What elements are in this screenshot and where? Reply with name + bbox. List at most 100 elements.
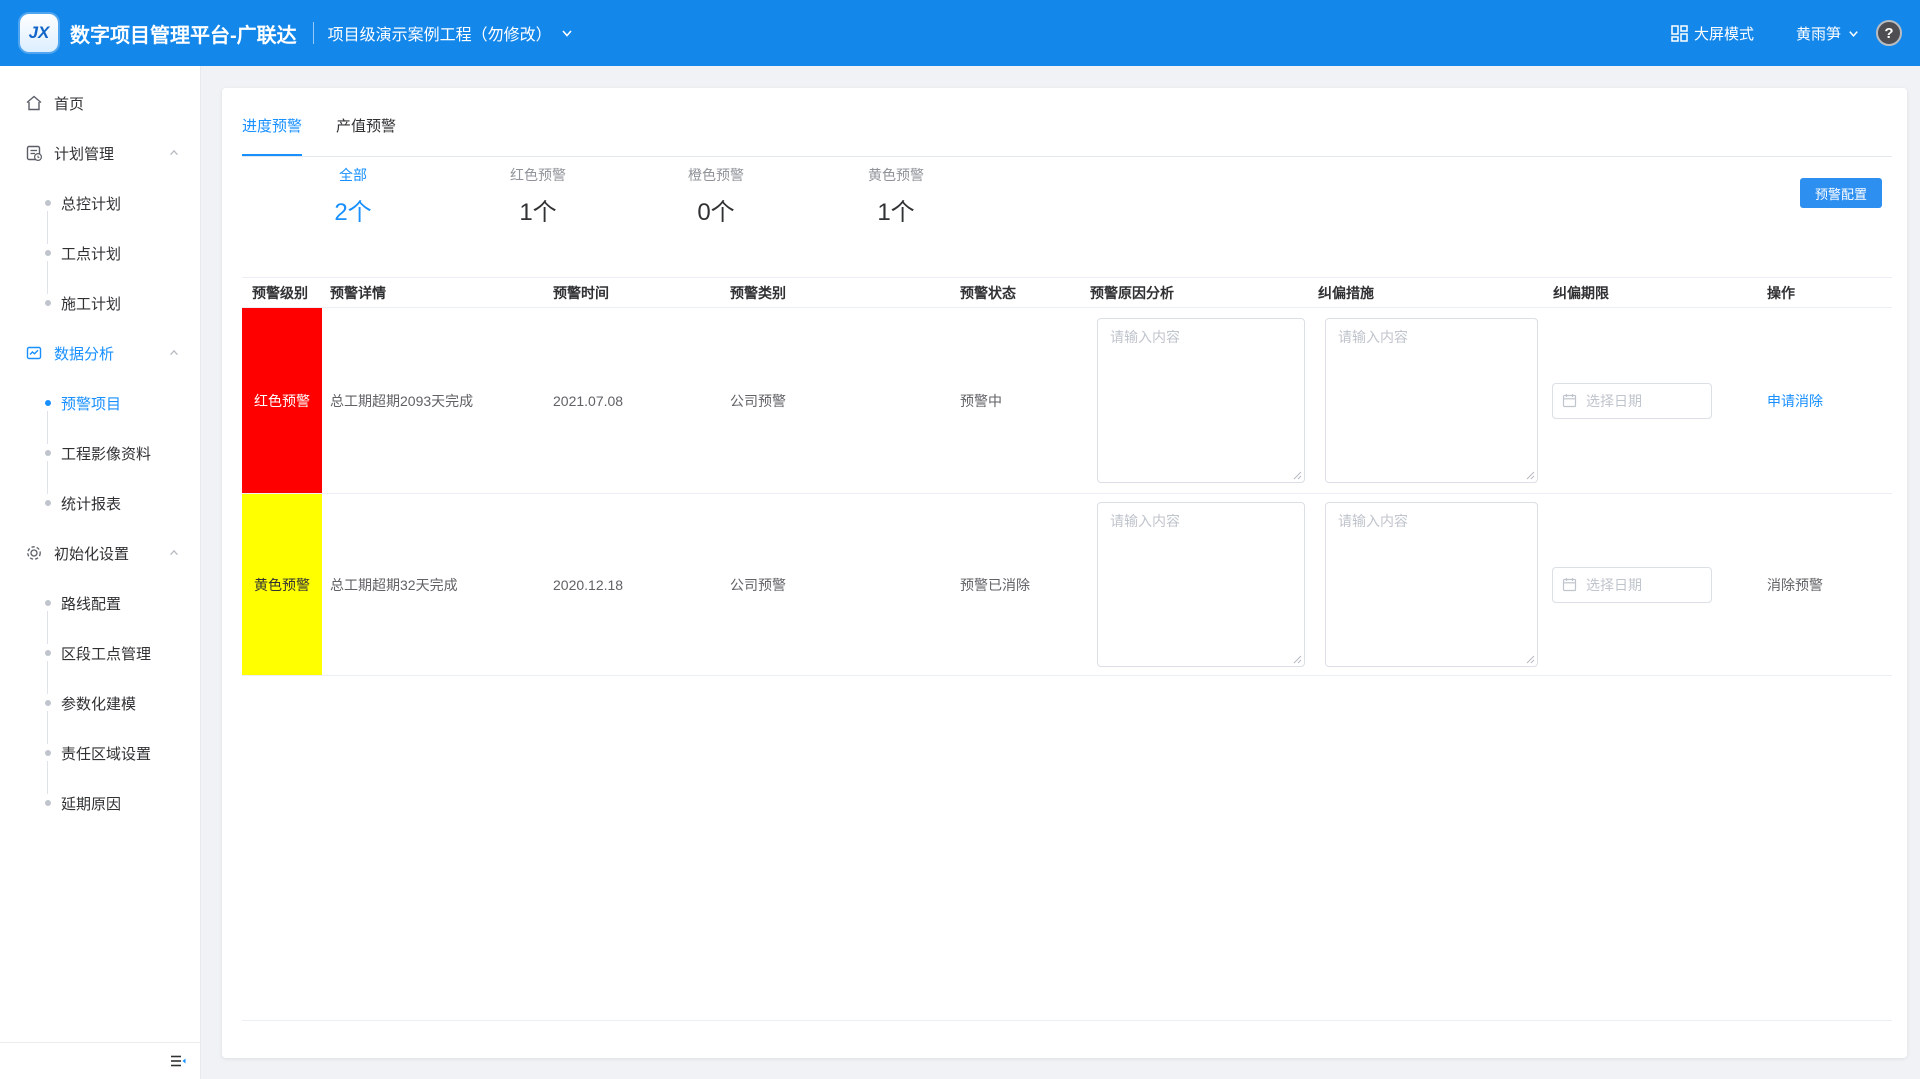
corrective-measure-cell: [1310, 308, 1545, 493]
correction-deadline-cell: [1545, 494, 1745, 675]
corrective-measure-textarea[interactable]: [1325, 502, 1538, 667]
sidebar-collapse-icon[interactable]: [170, 1054, 186, 1068]
bullet-icon: [45, 500, 51, 506]
sidebar-item-label: 区段工点管理: [61, 643, 151, 664]
gear-icon: [25, 544, 43, 562]
deadline-date-input[interactable]: [1552, 567, 1712, 603]
stat-red-warning[interactable]: 红色预警 1个: [478, 165, 598, 227]
chevron-down-icon: [1847, 27, 1860, 40]
column-header: 预警详情: [322, 283, 545, 303]
reason-analysis-textarea[interactable]: [1097, 502, 1305, 667]
bullet-icon: [45, 300, 51, 306]
project-selector-label: 项目级演示案例工程（勿修改）: [328, 21, 552, 45]
warning-config-button[interactable]: 预警配置: [1800, 178, 1882, 208]
corrective-measure-cell: [1310, 494, 1545, 675]
sidebar-item-label: 统计报表: [61, 493, 121, 514]
stat-yellow-warning[interactable]: 黄色预警 1个: [836, 165, 956, 227]
sidebar-nav: 首页 计划管理 总控计划 工点计划 施工计划: [0, 66, 200, 828]
home-icon: [25, 94, 43, 112]
reason-analysis-cell: [1082, 494, 1310, 675]
chevron-up-icon: [168, 547, 180, 559]
sidebar-item-construction-plan[interactable]: 施工计划: [0, 278, 200, 328]
stat-value: 1个: [836, 192, 956, 227]
table-row: 黄色预警 总工期超期32天完成 2020.12.18 公司预警 预警已消除: [242, 494, 1892, 676]
chevron-down-icon: [560, 26, 574, 40]
sidebar-group-data-analysis[interactable]: 数据分析: [0, 328, 200, 378]
sidebar-item-statistics-report[interactable]: 统计报表: [0, 478, 200, 528]
warning-category: 公司预警: [722, 494, 952, 675]
sidebar-item-parametric-modeling[interactable]: 参数化建模: [0, 678, 200, 728]
action-cell: 申请消除: [1745, 308, 1892, 493]
sidebar-group-label: 计划管理: [54, 143, 114, 164]
clear-warning-link[interactable]: 消除预警: [1767, 575, 1823, 595]
tab-bar: 进度预警 产值预警: [242, 115, 1892, 157]
deadline-date-input[interactable]: [1552, 383, 1712, 419]
grid-icon: [1671, 25, 1688, 42]
chevron-up-icon: [168, 347, 180, 359]
sidebar-item-section-worksite-mgmt[interactable]: 区段工点管理: [0, 628, 200, 678]
stat-value: 2个: [293, 192, 413, 227]
sidebar-item-label: 责任区域设置: [61, 743, 151, 764]
sidebar-item-label: 延期原因: [61, 793, 121, 814]
column-header: 预警状态: [952, 283, 1082, 303]
warning-level-badge: 红色预警: [242, 308, 322, 493]
sidebar-item-label: 施工计划: [61, 293, 121, 314]
sidebar-group-init-settings[interactable]: 初始化设置: [0, 528, 200, 578]
chart-icon: [25, 344, 43, 362]
bullet-icon: [45, 200, 51, 206]
stat-value: 1个: [478, 192, 598, 227]
correction-deadline-cell: [1545, 308, 1745, 493]
warning-time: 2021.07.08: [545, 308, 722, 493]
app-root: JX 数字项目管理平台-广联达 项目级演示案例工程（勿修改） 大屏模式 黄雨笋: [0, 0, 1920, 1079]
help-icon[interactable]: ?: [1876, 20, 1902, 46]
stat-all[interactable]: 全部 2个: [293, 165, 413, 227]
stat-value: 0个: [656, 192, 776, 227]
sidebar-footer: [0, 1042, 200, 1079]
bullet-icon: [45, 800, 51, 806]
sidebar-item-worksite-plan[interactable]: 工点计划: [0, 228, 200, 278]
sidebar-group-plan[interactable]: 计划管理: [0, 128, 200, 178]
warning-card: 进度预警 产值预警 全部 2个 红色预警 1个 橙色预警 0个 黄色预警: [222, 88, 1907, 1058]
stat-label: 红色预警: [478, 165, 598, 185]
column-header: 预警级别: [242, 283, 322, 303]
project-selector[interactable]: 项目级演示案例工程（勿修改）: [328, 21, 574, 45]
column-header: 纠偏措施: [1310, 283, 1545, 303]
corrective-measure-textarea[interactable]: [1325, 318, 1538, 483]
tab-output-warning[interactable]: 产值预警: [336, 115, 396, 156]
stat-label: 全部: [293, 165, 413, 185]
table-row: 红色预警 总工期超期2093天完成 2021.07.08 公司预警 预警中: [242, 308, 1892, 494]
help-glyph: ?: [1884, 25, 1893, 42]
apply-clear-warning-link[interactable]: 申请消除: [1767, 391, 1823, 411]
top-bar: JX 数字项目管理平台-广联达 项目级演示案例工程（勿修改） 大屏模式 黄雨笋: [0, 0, 1920, 66]
sidebar-item-project-imagery[interactable]: 工程影像资料: [0, 428, 200, 478]
bullet-icon: [45, 250, 51, 256]
sidebar-item-home[interactable]: 首页: [0, 78, 200, 128]
tab-progress-warning[interactable]: 进度预警: [242, 115, 302, 156]
stats-row: 全部 2个 红色预警 1个 橙色预警 0个 黄色预警 1个 预警配置: [242, 157, 1892, 242]
bullet-icon: [45, 600, 51, 606]
card-bottom-divider: [242, 1020, 1892, 1021]
user-menu[interactable]: 黄雨笋: [1796, 23, 1860, 44]
sidebar-item-master-plan[interactable]: 总控计划: [0, 178, 200, 228]
sidebar-item-label: 路线配置: [61, 593, 121, 614]
warning-table: 预警级别 预警详情 预警时间 预警类别 预警状态 预警原因分析 纠偏措施 纠偏期…: [242, 277, 1892, 676]
warning-time: 2020.12.18: [545, 494, 722, 675]
sidebar-item-label: 预警项目: [61, 393, 121, 414]
username: 黄雨笋: [1796, 23, 1841, 44]
topbar-right: 大屏模式 黄雨笋 ?: [1671, 20, 1902, 46]
sidebar-item-label: 工程影像资料: [61, 443, 151, 464]
warning-category: 公司预警: [722, 308, 952, 493]
sidebar-item-warning-projects[interactable]: 预警项目: [0, 378, 200, 428]
big-screen-mode-button[interactable]: 大屏模式: [1671, 23, 1754, 44]
sidebar-group-label: 初始化设置: [54, 543, 129, 564]
sidebar-item-delay-reason[interactable]: 延期原因: [0, 778, 200, 828]
sidebar-item-responsibility-area[interactable]: 责任区域设置: [0, 728, 200, 778]
warning-status: 预警已消除: [952, 494, 1082, 675]
column-header: 预警时间: [545, 283, 722, 303]
action-cell: 消除预警: [1745, 494, 1892, 675]
sidebar: 首页 计划管理 总控计划 工点计划 施工计划: [0, 66, 201, 1079]
stat-orange-warning[interactable]: 橙色预警 0个: [656, 165, 776, 227]
bullet-icon: [45, 400, 51, 406]
sidebar-item-route-config[interactable]: 路线配置: [0, 578, 200, 628]
reason-analysis-textarea[interactable]: [1097, 318, 1305, 483]
